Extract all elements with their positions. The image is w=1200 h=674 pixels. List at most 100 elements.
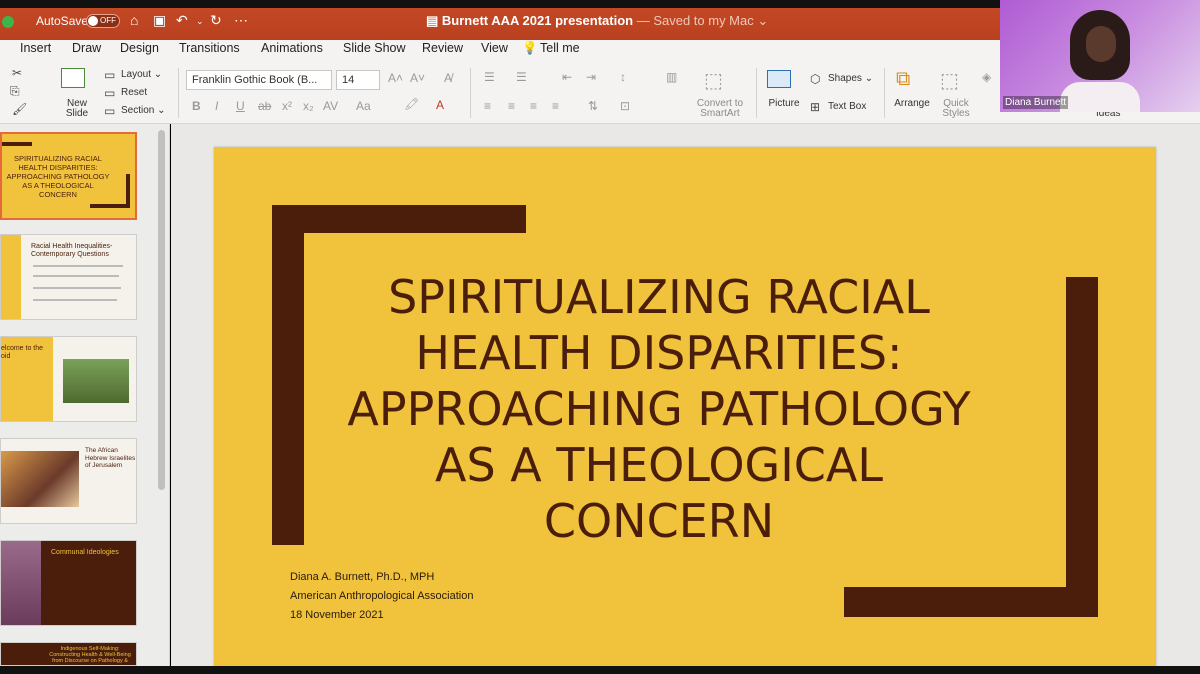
slide-author[interactable]: Diana A. Burnett, Ph.D., MPH — [290, 571, 434, 583]
thumb-title: elcome to the oid — [1, 345, 43, 361]
font-color-icon[interactable]: A — [436, 98, 444, 112]
autosave-toggle[interactable]: OFF — [86, 14, 120, 28]
arrange-button[interactable]: ⧉ Arrange — [892, 66, 932, 122]
thumb-line: Racial Health Inequalities- — [31, 243, 113, 250]
decrease-indent-icon[interactable]: ⇤ — [562, 70, 572, 84]
menu-animations[interactable]: Animations — [261, 41, 323, 55]
quick-styles-icon: ⬚ — [940, 70, 959, 92]
change-case-icon[interactable]: Aa — [356, 99, 371, 113]
font-name-select[interactable]: Franklin Gothic Book (B... — [186, 70, 332, 90]
decrease-font-icon[interactable]: A˅ — [410, 71, 425, 85]
italic-icon[interactable]: I — [215, 99, 218, 113]
document-name: Burnett AAA 2021 presentation — [441, 13, 634, 28]
thumb-line: The African — [85, 447, 118, 454]
convert-smartart-button[interactable]: ⬚ Convert to SmartArt — [694, 66, 746, 122]
slide-thumbnail-panel[interactable]: SPIRITUALIZING RACIAL HEALTH DISPARITIES… — [0, 124, 170, 666]
menu-view[interactable]: View — [481, 41, 508, 55]
bullets-icon[interactable]: ☰ — [484, 70, 495, 84]
reset-icon: ▭ — [104, 86, 116, 100]
layout-icon: ▭ — [104, 68, 116, 82]
slide-thumbnail-1[interactable]: SPIRITUALIZING RACIAL HEALTH DISPARITIES… — [0, 132, 137, 220]
slide-date[interactable]: 18 November 2021 — [290, 609, 384, 621]
more-icon[interactable]: ⋯ — [234, 12, 248, 29]
superscript-icon[interactable]: x² — [282, 99, 292, 113]
menu-insert[interactable]: Insert — [20, 41, 51, 55]
format-painter-icon[interactable]: 🖌 — [12, 102, 27, 116]
current-slide[interactable]: SPIRITUALIZING RACIAL HEALTH DISPARITIES… — [214, 147, 1156, 674]
doc-icon: ▤ — [426, 13, 442, 28]
save-icon[interactable]: ▣ — [153, 12, 166, 29]
thumb-title: SPIRITUALIZING RACIAL HEALTH DISPARITIES… — [6, 154, 110, 199]
slide-thumbnail-4[interactable]: The African Hebrew Israelites of Jerusal… — [0, 438, 137, 524]
slide-title[interactable]: SPIRITUALIZING RACIAL HEALTH DISPARITIES… — [344, 269, 974, 549]
undo-icon[interactable]: ↶ — [176, 12, 188, 29]
text-box-button[interactable]: Text Box — [828, 101, 866, 112]
bold-icon[interactable]: B — [192, 99, 201, 113]
menu-review[interactable]: Review — [422, 41, 463, 55]
menu-slide-show[interactable]: Slide Show — [343, 41, 406, 55]
slide-thumbnail-3[interactable]: elcome to the oid — [0, 336, 137, 422]
menu-design[interactable]: Design — [120, 41, 159, 55]
shapes-button[interactable]: Shapes ⌄ — [828, 73, 873, 84]
increase-indent-icon[interactable]: ⇥ — [586, 70, 596, 84]
layout-button[interactable]: Layout ⌄ — [121, 69, 162, 80]
participant-video[interactable]: Diana Burnett — [1000, 0, 1200, 112]
copy-icon[interactable]: ⎘ — [10, 84, 20, 99]
section-button[interactable]: Section ⌄ — [121, 105, 166, 116]
window-control-icon[interactable] — [2, 16, 14, 28]
thumb-line: from Discourse on Pathology & — [52, 658, 128, 664]
thumb-accent — [1, 235, 21, 319]
char-spacing-icon[interactable]: AV — [323, 99, 338, 113]
picture-button[interactable]: Picture — [764, 66, 804, 122]
slide-thumbnail-2[interactable]: Racial Health Inequalities- Contemporary… — [0, 234, 137, 320]
new-slide-button[interactable]: New Slide — [58, 66, 98, 122]
top-left-bracket-horizontal — [272, 205, 526, 233]
convert-label-2: SmartArt — [700, 108, 740, 119]
thumb-text-line — [33, 299, 117, 301]
thumb-text-line — [33, 287, 121, 289]
home-icon[interactable]: ⌂ — [130, 12, 138, 28]
slide-organization[interactable]: American Anthropological Association — [290, 590, 473, 602]
align-left-icon[interactable]: ≡ — [484, 99, 491, 113]
menu-tell-me[interactable]: Tell me — [540, 41, 580, 55]
reset-button[interactable]: Reset — [121, 87, 147, 98]
slide-title-line: APPROACHING PATHOLOGY — [347, 382, 971, 436]
undo-dropdown-icon[interactable]: ⌄ — [196, 16, 204, 27]
numbering-icon[interactable]: ☰ — [516, 70, 527, 84]
slide-thumbnail-5[interactable]: Communal Ideologies — [0, 540, 137, 626]
columns-icon[interactable]: ▥ — [666, 70, 677, 84]
font-size-select[interactable]: 14 — [336, 70, 380, 90]
align-right-icon[interactable]: ≡ — [530, 99, 537, 113]
underline-icon[interactable]: U — [236, 99, 245, 113]
increase-font-icon[interactable]: A˄ — [388, 71, 403, 85]
menu-draw[interactable]: Draw — [72, 41, 101, 55]
ribbon-separator — [756, 68, 757, 118]
thumb-line: of Jerusalem — [85, 462, 123, 469]
picture-label: Picture — [768, 98, 800, 109]
cut-icon[interactable]: ✂ — [12, 66, 22, 80]
slide-title-line: CONCERN — [543, 494, 775, 548]
subscript-icon[interactable]: x₂ — [303, 99, 314, 113]
autosave-state: OFF — [100, 16, 116, 25]
line-spacing-icon[interactable]: ↕ — [620, 70, 626, 84]
quick-styles-button[interactable]: ⬚ Quick Styles — [936, 66, 976, 122]
text-direction-icon[interactable]: ⇅ — [588, 99, 598, 113]
justify-icon[interactable]: ≡ — [552, 99, 559, 113]
arrange-label: Arrange — [894, 98, 930, 109]
highlight-icon[interactable]: 🖍 — [404, 97, 419, 111]
participant-name: Diana Burnett — [1003, 96, 1069, 109]
redo-icon[interactable]: ↻ — [210, 12, 222, 29]
slide-title-line: AS A THEOLOGICAL — [435, 438, 883, 492]
align-text-icon[interactable]: ⊡ — [620, 99, 630, 113]
menu-transitions[interactable]: Transitions — [179, 41, 240, 55]
thumbnail-scrollbar[interactable] — [158, 130, 165, 490]
clear-format-icon[interactable]: A̸ — [444, 71, 452, 85]
text-box-icon: ⊞ — [810, 100, 821, 114]
shape-fill-icon[interactable]: ◈ — [982, 70, 991, 84]
toggle-knob — [88, 16, 98, 26]
thumb-photo — [1, 541, 41, 625]
slide-thumbnail-6[interactable]: Indigenous Self-Making: Constructing Hea… — [0, 642, 137, 666]
align-center-icon[interactable]: ≡ — [508, 99, 515, 113]
bottom-right-bracket-vertical — [1066, 277, 1098, 617]
strikethrough-icon[interactable]: ab — [258, 99, 271, 113]
